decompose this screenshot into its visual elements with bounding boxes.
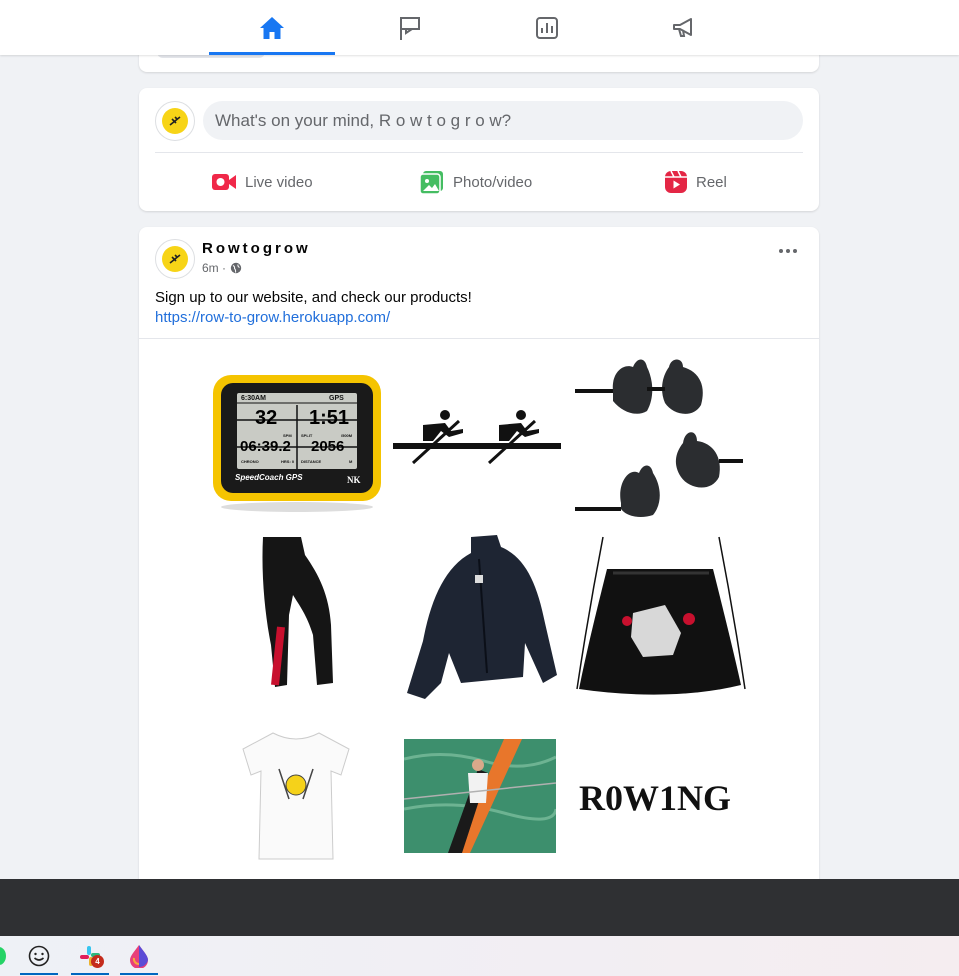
more-dot — [793, 249, 797, 253]
speedcoach-label-distance: DISTANCE — [301, 459, 322, 464]
taskbar-app-emoji[interactable] — [18, 936, 60, 976]
tab-home[interactable] — [209, 0, 335, 55]
page-avatar[interactable] — [155, 101, 195, 141]
reel-icon — [665, 170, 687, 193]
more-dot — [779, 249, 783, 253]
post-composer: What's on your mind, R o w t o g r o w? … — [139, 88, 819, 211]
post-meta: 6m · — [202, 261, 242, 275]
rower-logo-icon — [169, 116, 181, 126]
speedcoach-label-chrono: CHRONO — [241, 459, 259, 464]
rower-logo-icon — [169, 254, 181, 264]
megaphone-icon — [673, 17, 692, 37]
smiley-icon — [28, 945, 50, 967]
tshirt-image — [239, 729, 353, 863]
more-dot — [786, 249, 790, 253]
tab-ads[interactable] — [621, 0, 747, 55]
speedcoach-gps: GPS — [329, 395, 344, 402]
rowers-pictogram — [393, 409, 561, 465]
speedcoach-time: 6:30AM — [241, 395, 266, 402]
reel-label: Reel — [696, 173, 727, 191]
rowing-text-image: R0W1NG — [579, 778, 731, 818]
pogies-image — [573, 353, 749, 517]
tshirt-icon — [242, 732, 350, 860]
live-video-label: Live video — [245, 173, 313, 191]
speedcoach-label-hrs: HRS: 0 — [281, 459, 295, 464]
globe-icon — [230, 262, 242, 274]
more-options-button[interactable] — [779, 249, 797, 253]
post-link[interactable]: https://row-to-grow.herokuapp.com/ — [155, 308, 390, 328]
post-author-avatar[interactable] — [155, 239, 195, 279]
photo-video-label: Photo/video — [453, 173, 533, 191]
paint-drop-icon — [130, 945, 148, 968]
speedcoach-image: 6:30AM GPS 32 1:51 SPM SPLIT /500M 06:39… — [211, 373, 383, 513]
photo-video-button[interactable]: Photo/video — [419, 168, 532, 196]
photo-video-icon — [419, 171, 443, 194]
taskbar: 4 — [0, 936, 959, 976]
tights-icon — [262, 537, 333, 687]
speedcoach-split: 1:51 — [309, 407, 350, 429]
jacket-icon — [407, 535, 557, 699]
whatsapp-icon[interactable] — [0, 947, 6, 965]
divider — [155, 152, 803, 153]
rowers-icon — [393, 410, 561, 465]
top-navigation — [0, 0, 959, 55]
bag-icon — [576, 536, 746, 695]
bar-chart-icon — [536, 16, 558, 39]
speedcoach-elapsed: 06:39.2 — [240, 438, 291, 455]
speedcoach-brand: SpeedCoach GPS — [235, 473, 303, 482]
jacket-image — [401, 533, 559, 699]
tab-pages[interactable] — [347, 0, 473, 55]
tab-insights[interactable] — [484, 0, 610, 55]
speedcoach-maker: NK — [347, 475, 361, 485]
taskbar-app-paint[interactable] — [118, 936, 160, 976]
rower-photo — [403, 739, 558, 853]
dark-panel — [0, 879, 959, 936]
post-author-name[interactable]: Rowtogrow — [202, 240, 311, 257]
taskbar-app-slack[interactable]: 4 — [69, 936, 111, 976]
live-video-icon — [212, 174, 236, 190]
post-time[interactable]: 6m · — [202, 261, 226, 275]
single-scull-photo — [403, 739, 558, 853]
reel-button[interactable]: Reel — [664, 168, 727, 196]
notification-badge: 4 — [91, 955, 104, 968]
post-card: Rowtogrow 6m · Sign up to our website, a… — [139, 227, 819, 887]
speedcoach-label-m: M — [349, 459, 353, 464]
speedcoach-stroke-rate: 32 — [255, 407, 278, 429]
post-text: Sign up to our website, and check our pr… — [155, 289, 472, 306]
flag-icon — [400, 16, 420, 40]
home-icon — [260, 16, 284, 39]
tights-image — [259, 535, 335, 695]
composer-input[interactable]: What's on your mind, R o w t o g r o w? — [203, 101, 803, 140]
rowing-mitts-icon — [575, 359, 743, 517]
speedcoach-body — [213, 375, 381, 512]
post-image[interactable]: 6:30AM GPS 32 1:51 SPM SPLIT /500M 06:39… — [139, 339, 819, 887]
live-video-button[interactable]: Live video — [211, 168, 313, 196]
speedcoach-distance: 2056 — [311, 438, 345, 455]
bag-image — [573, 529, 749, 697]
